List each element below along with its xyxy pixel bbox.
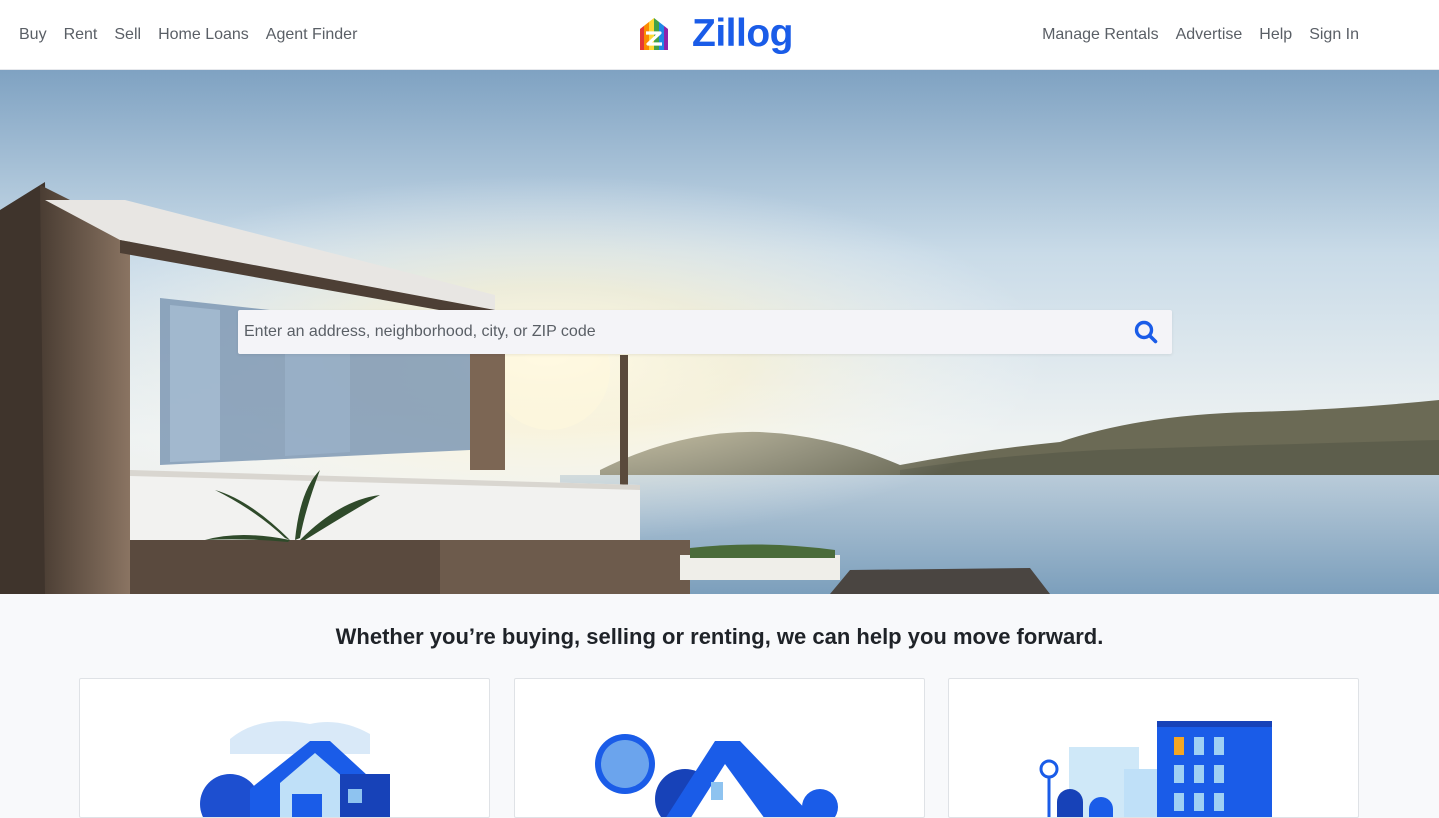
nav-link-manage-rentals[interactable]: Manage Rentals	[1042, 26, 1159, 44]
nav-link-sell[interactable]: Sell	[114, 26, 141, 44]
nav-link-help[interactable]: Help	[1259, 26, 1292, 44]
nav-link-advertise[interactable]: Advertise	[1176, 26, 1243, 44]
main-tagline: Whether you’re buying, selling or rentin…	[335, 624, 1104, 649]
nav-left-group: Buy Rent Sell Home Loans Agent Finder	[19, 0, 357, 70]
search-icon	[1134, 320, 1158, 344]
rainbow-house-logo-icon	[640, 18, 668, 50]
sell-card[interactable]	[514, 678, 925, 818]
nav-link-agent-finder[interactable]: Agent Finder	[266, 26, 358, 44]
search-bar	[238, 310, 1172, 354]
hero-banner	[0, 70, 1439, 594]
top-navbar: Buy Rent Sell Home Loans Agent Finder Zi…	[0, 0, 1439, 70]
search-button[interactable]	[1120, 310, 1172, 354]
nav-link-home-loans[interactable]: Home Loans	[158, 26, 249, 44]
rent-building-illustration	[1039, 721, 1272, 817]
rent-card[interactable]	[948, 678, 1359, 818]
nav-link-buy[interactable]: Buy	[19, 26, 47, 44]
sell-home-illustration	[595, 734, 838, 817]
buy-home-illustration	[200, 721, 390, 817]
nav-link-rent[interactable]: Rent	[64, 26, 98, 44]
nav-right-group: Manage Rentals Advertise Help Sign In	[1042, 0, 1359, 70]
search-input[interactable]	[238, 310, 1118, 354]
brand-name: Zillog	[692, 12, 793, 55]
brand-home-link[interactable]: Zillog	[638, 12, 793, 56]
buy-card[interactable]	[79, 678, 490, 818]
nav-link-sign-in[interactable]: Sign In	[1309, 26, 1359, 44]
